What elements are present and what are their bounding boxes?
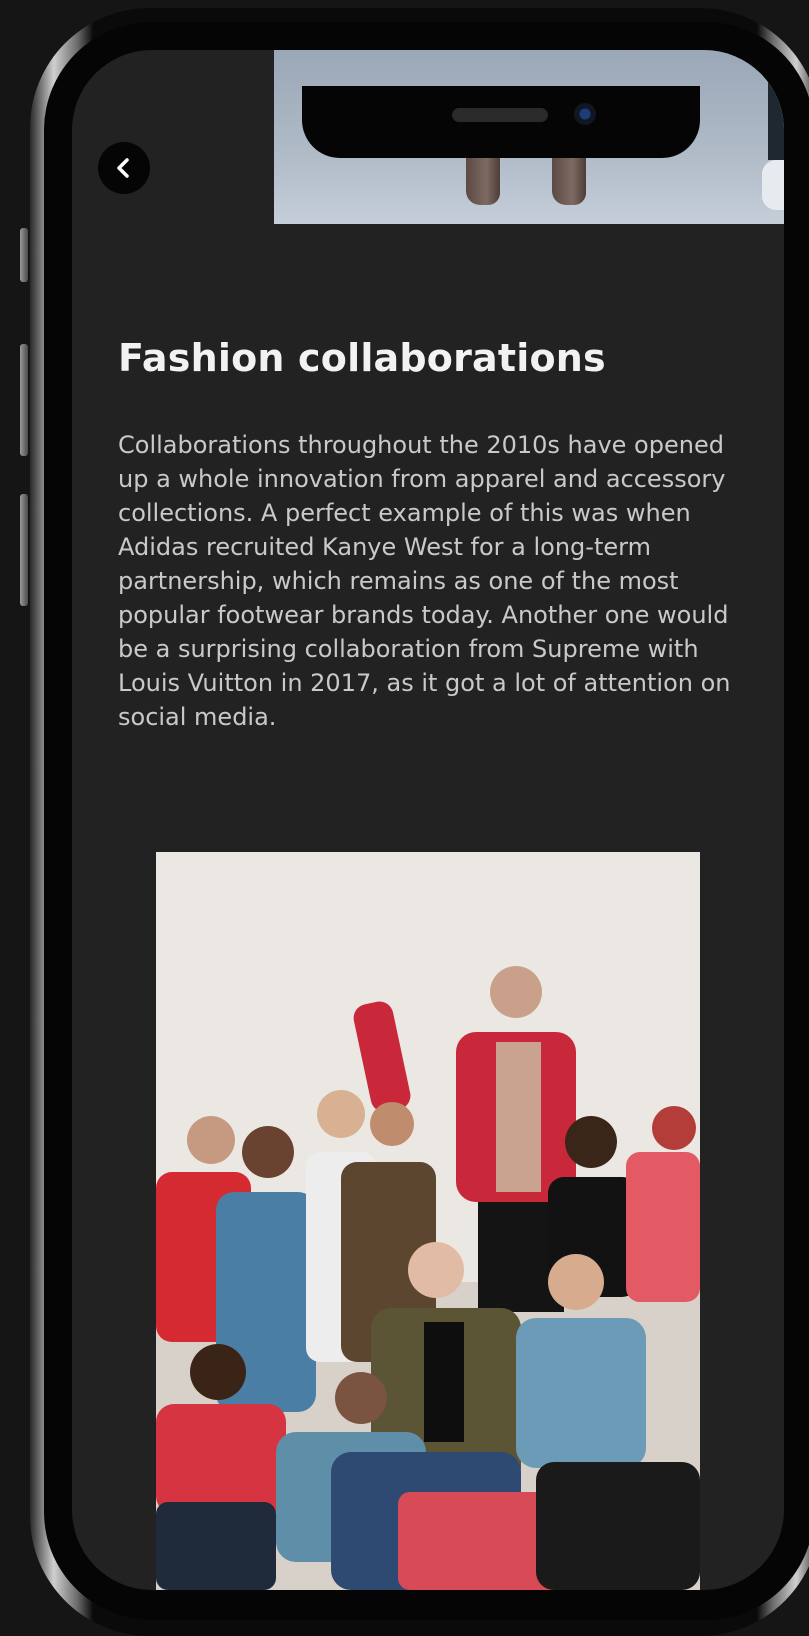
article-title: Fashion collaborations [118,336,606,380]
article-body: Collaborations throughout the 2010s have… [118,431,731,731]
earpiece-speaker [452,108,548,122]
phone-notch [302,86,700,158]
chevron-left-icon [117,158,129,178]
phone-screen: Fashion collaborations Collaborations th… [72,50,784,1590]
hero-leg [768,70,784,160]
group-photo-illustration [156,852,700,1590]
phone-volume-down-button [20,494,28,606]
hero-sneaker [762,160,784,210]
article-photo [156,852,700,1590]
back-button[interactable] [98,142,150,194]
front-camera [574,103,596,125]
phone-volume-up-button [20,344,28,456]
phone-side-button [20,228,28,282]
